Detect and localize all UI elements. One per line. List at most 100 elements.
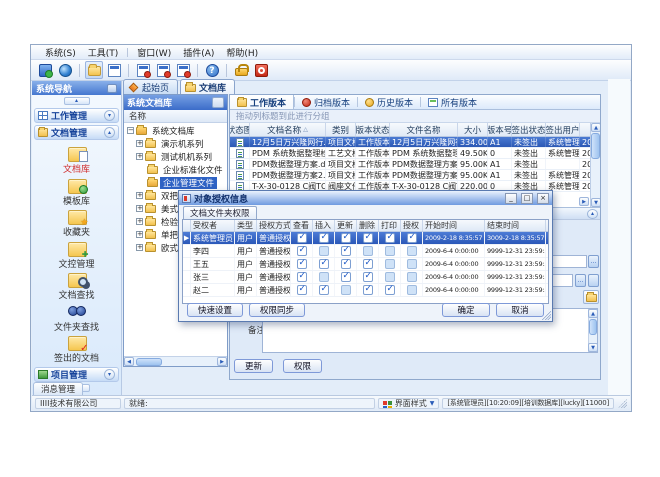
column-header-2[interactable]: 类别 <box>326 123 356 136</box>
checkbox-unchecked[interactable] <box>319 246 329 256</box>
sidebar-item-2[interactable]: 收藏夹 <box>32 207 121 239</box>
resize-grip[interactable] <box>618 399 627 408</box>
tree-panel-menu-icon[interactable] <box>212 97 224 108</box>
dialog-column-header-6[interactable]: 删除 <box>357 220 379 231</box>
tree-expander-icon[interactable]: + <box>136 231 143 238</box>
scroll-up-icon[interactable]: ▲ <box>591 123 600 132</box>
menu-item-4[interactable]: 插件(A) <box>177 45 220 60</box>
sidebar-group-doc[interactable]: 文档管理 ▴ <box>34 125 119 140</box>
checkbox-unchecked[interactable] <box>407 285 417 295</box>
version-tab-0[interactable]: 工作版本 <box>230 95 294 109</box>
scrollbar-thumb[interactable] <box>136 358 162 366</box>
tab-folder-permissions[interactable]: 文档文件夹权限 <box>183 206 257 219</box>
field-browse-icon[interactable]: … <box>575 274 586 287</box>
sidebar-item-3[interactable]: 文控管理 <box>32 239 121 271</box>
toolbar-button-7[interactable] <box>203 61 221 79</box>
chevron-up-icon[interactable]: ▴ <box>104 127 115 138</box>
permission-row-3[interactable]: 张三用户普通授权2009-6-4 0:00:009999-12-31 23:59… <box>183 271 548 284</box>
sidebar-item-0[interactable]: 文档库 <box>32 144 121 176</box>
column-header-5[interactable]: 大小 <box>458 123 488 136</box>
dialog-column-header-1[interactable]: 类型 <box>235 220 257 231</box>
tree-column-header[interactable]: 名称 <box>124 110 227 123</box>
dialog-column-header-5[interactable]: 更新 <box>335 220 357 231</box>
tree-node-0[interactable]: −系统文档库 <box>124 124 227 137</box>
doc-tab-0[interactable]: 起始页 <box>123 79 178 94</box>
checkbox-unchecked[interactable] <box>319 272 329 282</box>
permission-row-1[interactable]: 李四用户普通授权2009-6-4 0:00:009999-12-31 23:59… <box>183 245 548 258</box>
table-row-2[interactable]: PDM数据整理方案.doc项目文档工作版本PDM数据整理方案.doc95.00K… <box>230 159 600 170</box>
sidebar-scroll-up-button[interactable]: ▴ <box>64 97 90 105</box>
version-tab-3[interactable]: 所有版本 <box>421 95 484 109</box>
toolbar-button-2[interactable] <box>85 61 103 79</box>
dialog-column-header-8[interactable]: 授权 <box>401 220 423 231</box>
tree-expander-icon[interactable]: + <box>136 218 143 225</box>
checkbox-checked[interactable] <box>363 285 373 295</box>
toolbar-button-9[interactable] <box>252 61 270 79</box>
table-row-0[interactable]: 12月5日万兴隆网行...项目文档工作版本12月5日万兴隆网行...334.00… <box>230 137 600 148</box>
table-row-3[interactable]: PDM数据整理方案2.doc项目文档工作版本PDM数据整理方案2.doc95.0… <box>230 170 600 181</box>
tree-expander-icon[interactable]: + <box>136 192 143 199</box>
checkbox-checked[interactable] <box>319 285 329 295</box>
dialog-column-header-4[interactable]: 插入 <box>313 220 335 231</box>
toolbar-button-6[interactable] <box>174 61 192 79</box>
sidebar-group-work[interactable]: 工作管理 ▾ <box>34 108 119 123</box>
permission-row-4[interactable]: 赵二用户普通授权2009-6-4 0:00:009999-12-31 23:59… <box>183 284 548 297</box>
field-clear-icon[interactable] <box>588 274 599 287</box>
sidebar-item-4[interactable]: 文档查找 <box>32 270 121 302</box>
checkbox-checked[interactable] <box>319 259 329 269</box>
checkbox-checked[interactable] <box>319 233 329 243</box>
menu-item-0[interactable]: 系统(S) <box>39 45 82 60</box>
menu-item-5[interactable]: 帮助(H) <box>220 45 264 60</box>
column-header-3[interactable]: 版本状态 <box>356 123 390 136</box>
checkbox-checked[interactable] <box>297 246 307 256</box>
checkbox-unchecked[interactable] <box>341 285 351 295</box>
quick-setup-button[interactable]: 快速设置 <box>187 303 243 317</box>
checkbox-checked[interactable] <box>385 285 395 295</box>
menu-item-1[interactable]: 工具(T) <box>82 45 125 60</box>
table-vertical-scrollbar[interactable]: ▲ ▼ <box>590 123 600 207</box>
tree-node-3[interactable]: 企业标准化文件 <box>124 163 227 176</box>
menu-item-3[interactable]: 窗口(W) <box>131 45 177 60</box>
dialog-column-header-0[interactable]: 受权者 <box>191 220 235 231</box>
scrollbar-thumb[interactable] <box>589 319 597 335</box>
version-tab-1[interactable]: 归档版本 <box>295 95 357 109</box>
column-header-1[interactable]: 文档名称△ <box>250 123 326 136</box>
sidebar-group-project[interactable]: 项目管理 ▾ <box>34 367 119 382</box>
checkbox-unchecked[interactable] <box>407 259 417 269</box>
checkbox-checked[interactable] <box>341 246 351 256</box>
checkbox-checked[interactable] <box>363 259 373 269</box>
scrollbar-thumb[interactable] <box>591 133 600 159</box>
minimize-button[interactable]: _ <box>505 193 517 204</box>
dialog-column-header-3[interactable]: 查看 <box>291 220 313 231</box>
column-header-8[interactable]: 签出用户 <box>546 123 580 136</box>
checkbox-checked[interactable] <box>297 233 307 243</box>
checkbox-checked[interactable] <box>407 233 417 243</box>
chevron-down-icon[interactable]: ▾ <box>104 110 115 121</box>
checkbox-checked[interactable] <box>385 233 395 243</box>
dialog-column-header-9[interactable]: 开始时间 <box>423 220 485 231</box>
checkbox-checked[interactable] <box>297 285 307 295</box>
tab-message-management[interactable]: 消息管理 <box>33 382 83 395</box>
toolbar-button-8[interactable] <box>232 61 250 79</box>
group-by-bar[interactable]: 拖动列标题到此进行分组 <box>230 110 600 123</box>
checkbox-unchecked[interactable] <box>363 246 373 256</box>
scroll-down-icon[interactable]: ▼ <box>591 198 600 207</box>
scroll-up-icon[interactable]: ▲ <box>588 309 598 318</box>
checkbox-unchecked[interactable] <box>385 272 395 282</box>
dialog-column-header-7[interactable]: 打印 <box>379 220 401 231</box>
tree-expander-icon[interactable]: + <box>136 153 143 160</box>
scroll-right-icon[interactable]: ▶ <box>579 197 589 206</box>
toolbar-button-3[interactable] <box>105 61 123 79</box>
dialog-column-header-10[interactable]: 结束时间 <box>485 220 546 231</box>
sidebar-pin-icon[interactable] <box>107 84 117 93</box>
checkbox-checked[interactable] <box>297 272 307 282</box>
toolbar-button-4[interactable] <box>134 61 152 79</box>
column-header-7[interactable]: 签出状态 <box>512 123 546 136</box>
tree-node-2[interactable]: +测试机机系列 <box>124 150 227 163</box>
tree-node-4[interactable]: 企业管理文件 <box>124 176 227 189</box>
column-header-4[interactable]: 文件名称 <box>390 123 458 136</box>
toolbar-button-0[interactable] <box>36 61 54 79</box>
tree-expander-icon[interactable]: + <box>136 205 143 212</box>
dialog-column-header-2[interactable]: 授权方式 <box>257 220 291 231</box>
scroll-right-icon[interactable]: ▶ <box>217 357 227 366</box>
